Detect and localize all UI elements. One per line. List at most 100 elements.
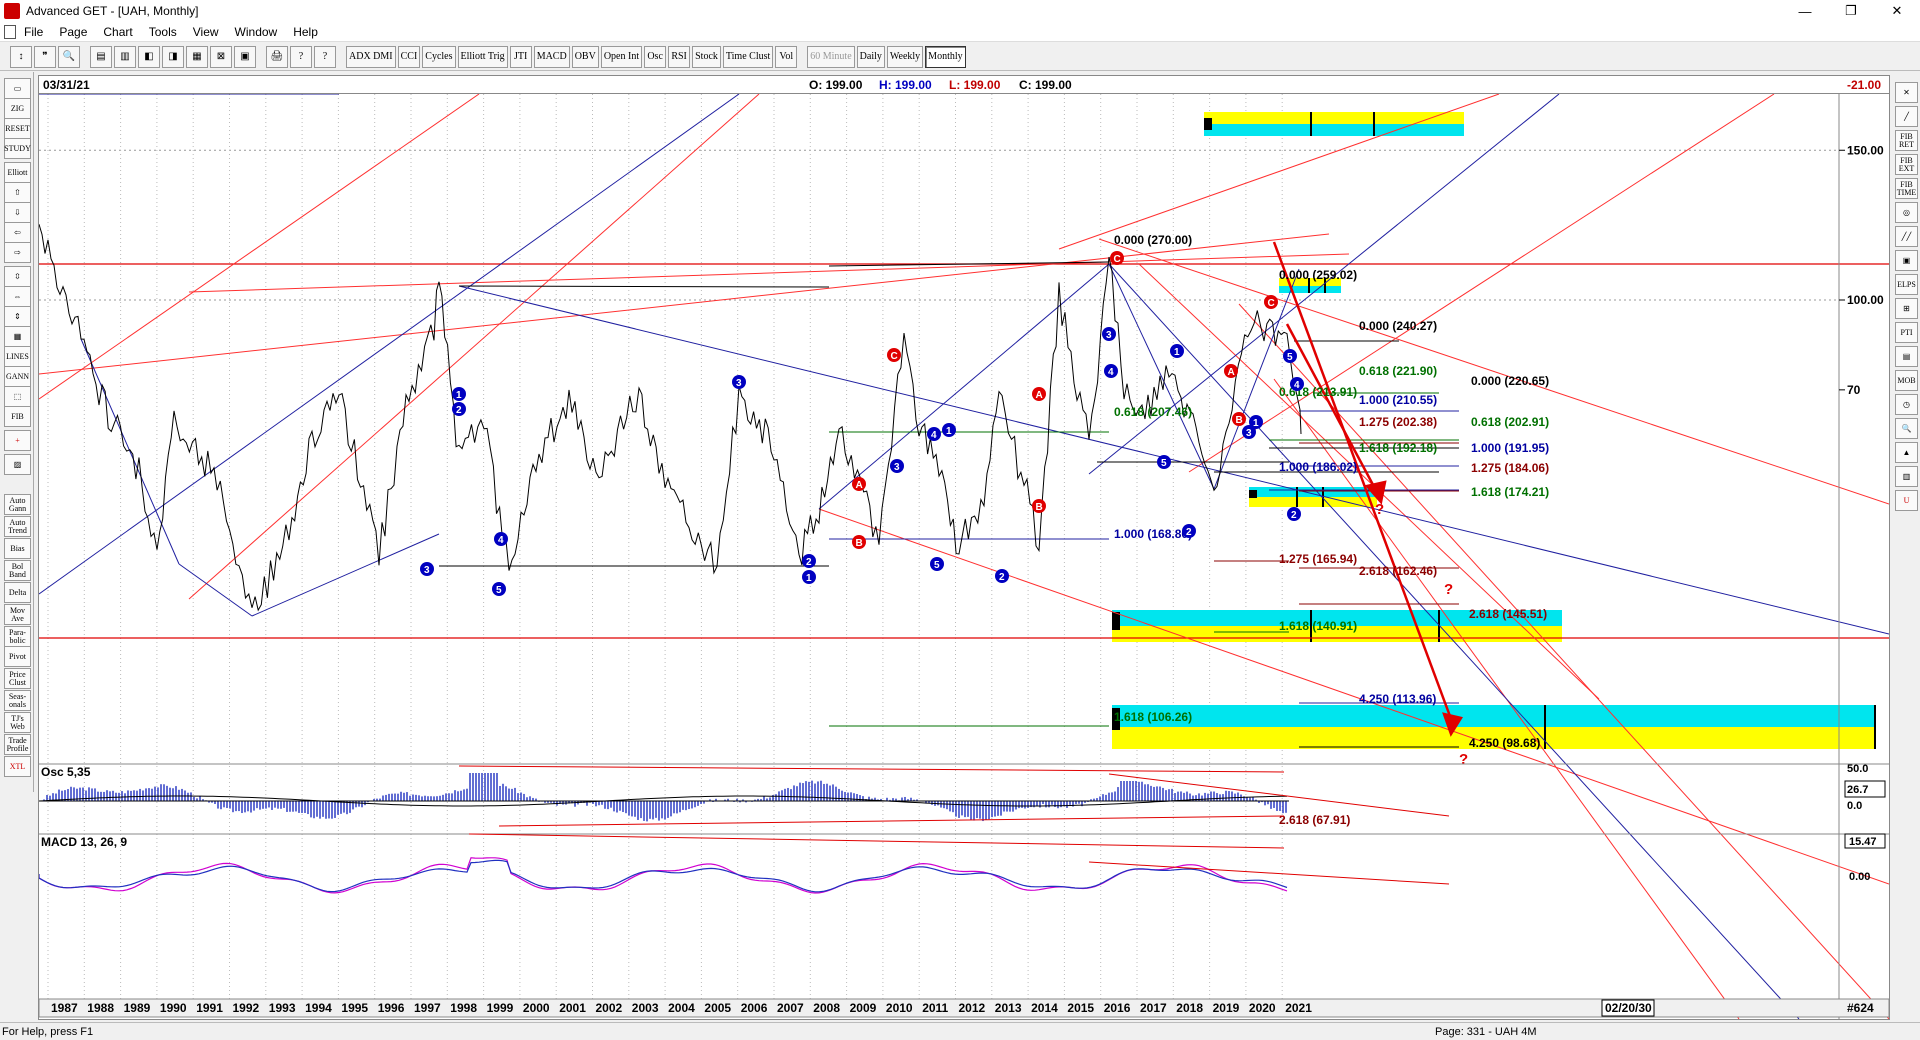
chart-window[interactable]: 03/31/21 O: 199.00 H: 199.00 L: 199.00 C… — [38, 75, 1890, 1020]
delete-chart-icon[interactable]: ⊠ — [210, 45, 232, 68]
left-tool-29[interactable]: TJ's Web — [4, 712, 31, 733]
left-tool-31[interactable]: XTL — [4, 756, 31, 777]
menu-view[interactable]: View — [185, 25, 227, 39]
left-tool-15[interactable]: ⬚ — [4, 386, 31, 407]
price-chart[interactable]: 0.000 (270.00) 0.000 (259.02) 0.000 (240.2… — [39, 94, 1889, 1019]
zoom-icon[interactable]: 🔍 — [58, 45, 80, 68]
menu-help[interactable]: Help — [285, 25, 326, 39]
study-cycles-button[interactable]: Cycles — [422, 45, 456, 68]
left-tool-10[interactable]: ⇔ — [4, 286, 31, 307]
right-tool-2[interactable]: FIB RET — [1895, 130, 1918, 151]
wave-label-red: A — [852, 477, 866, 491]
right-tool-1[interactable]: ╱ — [1895, 106, 1918, 127]
study-time-clust-button[interactable]: Time Clust — [722, 45, 774, 68]
left-tool-27[interactable]: Price Clust — [4, 668, 31, 689]
right-tool-0[interactable]: ✕ — [1895, 82, 1918, 103]
study-vol-button[interactable]: Vol — [775, 45, 798, 68]
right-tool-7[interactable]: ▣ — [1895, 250, 1918, 271]
left-tool-12[interactable]: ▦ — [4, 326, 31, 347]
menu-tools[interactable]: Tools — [141, 25, 185, 39]
menu-chart[interactable]: Chart — [95, 25, 140, 39]
study-elliott-trig-button[interactable]: Elliott Trig — [457, 45, 508, 68]
study-jti-button[interactable]: JTI — [509, 45, 532, 68]
left-tool-28[interactable]: Seas- onals — [4, 690, 31, 711]
left-tool-7[interactable]: ⇦ — [4, 222, 31, 243]
left-tool-22[interactable]: Bol Band — [4, 560, 31, 581]
period-weekly-button[interactable]: Weekly — [886, 45, 924, 68]
document-icon[interactable] — [4, 24, 16, 39]
left-tool-17[interactable]: + — [4, 430, 31, 451]
left-tool-26[interactable]: Pivot — [4, 646, 31, 667]
study-open-int-button[interactable]: Open Int — [600, 45, 643, 68]
left-tool-6[interactable]: ⇩ — [4, 202, 31, 223]
menu-page[interactable]: Page — [51, 25, 95, 39]
right-tool-12[interactable]: MOB — [1895, 370, 1918, 391]
left-tool-25[interactable]: Para- bolic — [4, 626, 31, 647]
left-tool-24[interactable]: Mov Ave — [4, 604, 31, 625]
study-stock-button[interactable]: Stock — [692, 45, 721, 68]
maximize-button[interactable]: ❐ — [1828, 0, 1874, 22]
layout-icon[interactable]: ▦ — [186, 45, 208, 68]
left-tool-19[interactable]: Auto Gann — [4, 494, 31, 515]
left-tool-20[interactable]: Auto Trend — [4, 516, 31, 537]
minimize-button[interactable]: — — [1782, 0, 1828, 22]
page-icon[interactable]: ▤ — [90, 45, 112, 68]
study-osc-button[interactable]: Osc — [644, 45, 667, 68]
left-tool-16[interactable]: FIB — [4, 406, 31, 427]
context-help-icon[interactable]: ? — [314, 45, 336, 68]
cursor-tool-icon[interactable]: ↕ — [10, 45, 32, 68]
right-tool-9[interactable]: ⊞ — [1895, 298, 1918, 319]
fib-label: 1.275 (165.94) — [1279, 552, 1357, 566]
window-icon[interactable]: ▣ — [234, 45, 256, 68]
print-icon[interactable]: 🖨 — [266, 45, 288, 68]
right-tool-15[interactable]: ▲ — [1895, 442, 1918, 463]
study-cci-button[interactable]: CCI — [397, 45, 421, 68]
left-tool-1[interactable]: ZIG — [4, 98, 31, 119]
study-macd-button[interactable]: MACD — [533, 45, 570, 68]
study-rsi-button[interactable]: RSI — [668, 45, 691, 68]
left-tool-14[interactable]: GANN — [4, 366, 31, 387]
menu-window[interactable]: Window — [227, 25, 286, 39]
svg-text:1: 1 — [1253, 418, 1259, 429]
left-tool-13[interactable]: LINES — [4, 346, 31, 367]
left-tool-21[interactable]: Bias — [4, 538, 31, 559]
right-tool-3[interactable]: FIB EXT — [1895, 154, 1918, 175]
right-tool-6[interactable]: ╱╱ — [1895, 226, 1918, 247]
menu-file[interactable]: File — [16, 25, 51, 39]
right-tool-13[interactable]: ◷ — [1895, 394, 1918, 415]
left-tool-4[interactable]: Elliott — [4, 162, 31, 183]
save-icon[interactable]: ▥ — [114, 45, 136, 68]
quote-icon[interactable]: ❞ — [34, 45, 56, 68]
left-tool-8[interactable]: ⇨ — [4, 242, 31, 263]
left-tool-2[interactable]: RESET — [4, 118, 31, 139]
year-label: 2012 — [959, 1001, 986, 1015]
right-tool-8[interactable]: ELPS — [1895, 274, 1918, 295]
year-label: 2005 — [704, 1001, 731, 1015]
left-tool-3[interactable]: STUDY — [4, 138, 31, 159]
left-tool-5[interactable]: ⇧ — [4, 182, 31, 203]
left-tool-18[interactable]: ▨ — [4, 454, 31, 475]
left-tool-9[interactable]: ⇳ — [4, 266, 31, 287]
right-tool-16[interactable]: ▥ — [1895, 466, 1918, 487]
back-icon[interactable]: ◧ — [138, 45, 160, 68]
left-tool-11[interactable]: ⇕ — [4, 306, 31, 327]
help-icon[interactable]: ? — [290, 45, 312, 68]
price-label: 100.00 — [1847, 293, 1884, 307]
study-adx-dmi-button[interactable]: ADX DMI — [346, 45, 396, 68]
left-tool-0[interactable]: ▭ — [4, 78, 31, 99]
close-button[interactable]: ✕ — [1874, 0, 1920, 22]
left-tool-30[interactable]: Trade Profile — [4, 734, 31, 755]
period-60-minute-button[interactable]: 60 Minute — [807, 45, 855, 68]
right-tool-5[interactable]: ◎ — [1895, 202, 1918, 223]
right-tool-17[interactable]: U — [1895, 490, 1918, 511]
forward-icon[interactable]: ◨ — [162, 45, 184, 68]
menu-bar: File Page Chart Tools View Window Help — [0, 22, 1920, 42]
period-daily-button[interactable]: Daily — [856, 45, 885, 68]
study-obv-button[interactable]: OBV — [571, 45, 599, 68]
right-tool-11[interactable]: ▤ — [1895, 346, 1918, 367]
period-monthly-button[interactable]: Monthly — [925, 45, 966, 68]
left-tool-23[interactable]: Delta — [4, 582, 31, 603]
right-tool-10[interactable]: PTI — [1895, 322, 1918, 343]
right-tool-14[interactable]: 🔍 — [1895, 418, 1918, 439]
right-tool-4[interactable]: FIB TIME — [1895, 178, 1918, 199]
